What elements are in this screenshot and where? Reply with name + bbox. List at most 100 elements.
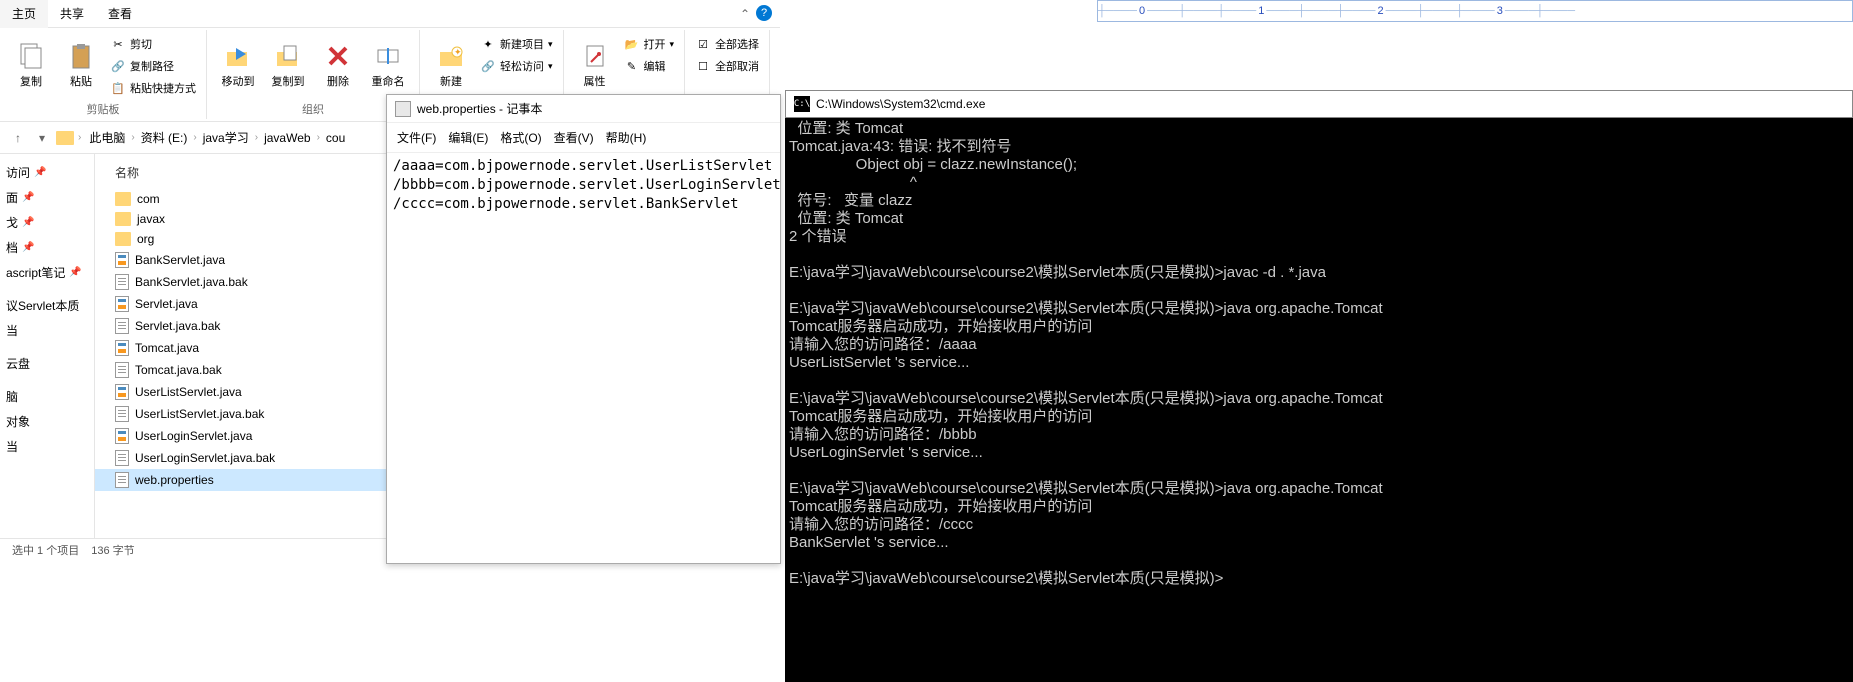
- nav-up-button[interactable]: ↑: [8, 128, 28, 148]
- sidebar-item[interactable]: [0, 285, 94, 293]
- select-none-icon: ☐: [695, 58, 711, 74]
- file-name: UserListServlet.java: [135, 385, 242, 399]
- easy-access-button[interactable]: 🔗轻松访问▾: [476, 56, 557, 76]
- delete-button[interactable]: 删除: [313, 30, 363, 100]
- sidebar-item[interactable]: [0, 376, 94, 384]
- new-folder-icon: ✦: [435, 40, 467, 72]
- file-icon: [115, 362, 129, 378]
- breadcrumb: 此电脑› 资料 (E:)› java学习› javaWeb› cou: [85, 127, 349, 148]
- sidebar-item[interactable]: 云盘: [0, 351, 94, 376]
- file-icon: [115, 274, 129, 290]
- menu-help[interactable]: 帮助(H): [602, 127, 651, 148]
- sidebar-item[interactable]: 档📌: [0, 235, 94, 260]
- help-icon[interactable]: ?: [756, 5, 772, 21]
- edit-button[interactable]: ✎编辑: [620, 56, 679, 76]
- ruler: ┼────0────┼────┼────1────┼────┼────2────…: [1097, 0, 1853, 22]
- new-button[interactable]: ✦ 新建: [426, 30, 476, 100]
- folder-icon: [115, 192, 131, 206]
- cmd-window: C:\ C:\Windows\System32\cmd.exe 位置: 类 To…: [785, 90, 1853, 682]
- edit-icon: ✎: [624, 58, 640, 74]
- rename-button[interactable]: 重命名: [363, 30, 413, 100]
- sidebar-item[interactable]: 面📌: [0, 185, 94, 210]
- menu-view[interactable]: 查看(V): [550, 127, 598, 148]
- pin-icon: 📌: [22, 192, 34, 203]
- cmd-output[interactable]: 位置: 类 Tomcat Tomcat.java:43: 错误: 找不到符号 O…: [785, 118, 1853, 590]
- file-name: Servlet.java: [135, 297, 198, 311]
- sidebar-item[interactable]: [0, 343, 94, 351]
- notepad-menubar: 文件(F) 编辑(E) 格式(O) 查看(V) 帮助(H): [387, 123, 780, 153]
- file-icon: [115, 472, 129, 488]
- file-icon: [115, 406, 129, 422]
- new-item-button[interactable]: ✦新建项目▾: [476, 34, 557, 54]
- cmd-titlebar[interactable]: C:\ C:\Windows\System32\cmd.exe: [785, 90, 1853, 118]
- select-all-button[interactable]: ☑全部选择: [691, 34, 763, 54]
- file-name: web.properties: [135, 473, 214, 487]
- pin-icon: 📌: [69, 267, 81, 278]
- crumb-folder1[interactable]: java学习: [199, 127, 253, 148]
- nav-dropdown-button[interactable]: ▾: [32, 128, 52, 148]
- cmd-title-text: C:\Windows\System32\cmd.exe: [816, 97, 985, 111]
- cut-icon: ✂: [110, 36, 126, 52]
- notepad-titlebar[interactable]: web.properties - 记事本: [387, 95, 780, 123]
- properties-icon: [579, 40, 611, 72]
- file-name: javax: [137, 212, 165, 226]
- sidebar-item[interactable]: 脑: [0, 384, 94, 409]
- tab-view[interactable]: 查看: [96, 0, 144, 28]
- file-name: BankServlet.java.bak: [135, 275, 248, 289]
- svg-text:✦: ✦: [454, 47, 462, 57]
- cut-button[interactable]: ✂剪切: [106, 34, 200, 54]
- sidebar-item[interactable]: 当: [0, 318, 94, 343]
- sidebar-item[interactable]: 访问📌: [0, 160, 94, 185]
- file-name: UserLoginServlet.java: [135, 429, 252, 443]
- crumb-folder2[interactable]: javaWeb: [260, 129, 314, 147]
- pin-icon: 📌: [22, 242, 34, 253]
- paste-icon: [65, 40, 97, 72]
- move-to-button[interactable]: 移动到: [213, 30, 263, 100]
- paste-shortcut-icon: 📋: [110, 80, 126, 96]
- crumb-pc[interactable]: 此电脑: [85, 127, 129, 148]
- file-name: Tomcat.java: [135, 341, 199, 355]
- notepad-window: web.properties - 记事本 文件(F) 编辑(E) 格式(O) 查…: [386, 94, 781, 564]
- file-name: BankServlet.java: [135, 253, 225, 267]
- ribbon-tabs: 主页 共享 查看 ⌃ ?: [0, 0, 780, 28]
- file-name: UserLoginServlet.java.bak: [135, 451, 275, 465]
- tab-share[interactable]: 共享: [48, 0, 96, 28]
- open-button[interactable]: 📂打开▾: [620, 34, 679, 54]
- move-to-icon: [222, 40, 254, 72]
- ribbon-group-clipboard: 复制 粘贴 ✂剪切 🔗复制路径 📋粘贴快捷方式 剪贴板: [0, 30, 207, 119]
- menu-format[interactable]: 格式(O): [496, 127, 545, 148]
- properties-button[interactable]: 属性: [570, 30, 620, 100]
- menu-file[interactable]: 文件(F): [393, 127, 440, 148]
- copy-icon: [15, 40, 47, 72]
- collapse-ribbon-icon[interactable]: ⌃: [740, 7, 750, 21]
- chevron-right-icon: ›: [78, 132, 81, 143]
- tab-home[interactable]: 主页: [0, 0, 48, 28]
- folder-icon: [56, 131, 74, 145]
- sidebar-item[interactable]: 对象: [0, 409, 94, 434]
- file-name: com: [137, 192, 160, 206]
- file-icon: [115, 428, 129, 444]
- file-icon: [115, 450, 129, 466]
- organize-group-label: 组织: [213, 101, 413, 119]
- sidebar-item[interactable]: 当: [0, 434, 94, 459]
- copy-to-button[interactable]: 复制到: [263, 30, 313, 100]
- clipboard-group-label: 剪贴板: [6, 101, 200, 119]
- sidebar-item[interactable]: 议Servlet本质: [0, 293, 94, 318]
- select-none-button[interactable]: ☐全部取消: [691, 56, 763, 76]
- crumb-folder3[interactable]: cou: [322, 129, 349, 147]
- copy-button[interactable]: 复制: [6, 30, 56, 100]
- cmd-icon: C:\: [794, 96, 810, 112]
- delete-icon: [322, 40, 354, 72]
- crumb-drive[interactable]: 资料 (E:): [137, 127, 192, 148]
- file-name: Servlet.java.bak: [135, 319, 220, 333]
- file-icon: [115, 318, 129, 334]
- paste-shortcut-button[interactable]: 📋粘贴快捷方式: [106, 78, 200, 98]
- file-icon: [115, 296, 129, 312]
- paste-button[interactable]: 粘贴: [56, 30, 106, 100]
- sidebar-item[interactable]: ascript笔记📌: [0, 260, 94, 285]
- copy-path-button[interactable]: 🔗复制路径: [106, 56, 200, 76]
- file-icon: [115, 340, 129, 356]
- notepad-content[interactable]: /aaaa=com.bjpowernode.servlet.UserListSe…: [387, 153, 780, 218]
- menu-edit[interactable]: 编辑(E): [444, 127, 492, 148]
- sidebar-item[interactable]: 戈📌: [0, 210, 94, 235]
